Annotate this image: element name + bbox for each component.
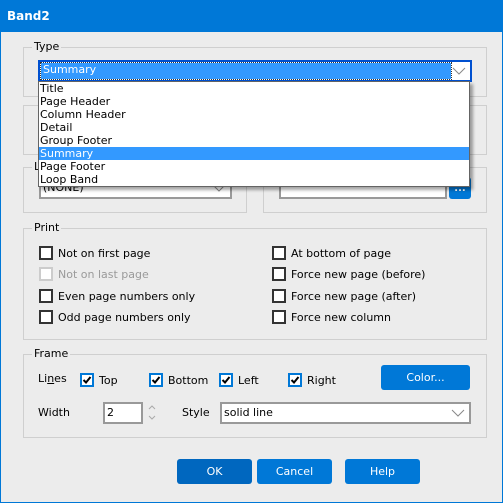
checkbox-box[interactable] — [80, 373, 94, 387]
title-bar: Band2 — [0, 0, 503, 32]
force-new-page-before-checkbox[interactable]: Force new page (before) — [272, 266, 425, 282]
checkbox-box[interactable] — [288, 373, 302, 387]
checkmark-icon — [82, 376, 92, 384]
even-page-numbers-checkbox[interactable]: Even page numbers only — [39, 288, 195, 304]
chevron-down-icon — [452, 67, 466, 75]
dialog-client: Type Summary L (NONE) ... — [1, 32, 502, 502]
style-label: Style — [182, 406, 210, 419]
force-new-column-checkbox[interactable]: Force new column — [272, 309, 391, 325]
dropdown-option[interactable]: Title — [39, 82, 469, 95]
print-group-label: Print — [32, 221, 62, 234]
dropdown-option[interactable]: Group Footer — [39, 134, 469, 147]
checkbox-box[interactable] — [272, 310, 286, 324]
at-bottom-of-page-checkbox[interactable]: At bottom of page — [272, 245, 391, 261]
dropdown-option[interactable]: Page Footer — [39, 160, 469, 173]
color-button[interactable]: Color... — [381, 365, 470, 390]
band-dialog: Band2 Type Summary L (NONE) — [0, 0, 503, 503]
not-on-last-page-checkbox[interactable]: Not on last page — [39, 266, 149, 282]
band-type-combo[interactable]: Summary — [38, 60, 472, 82]
dropdown-option[interactable]: Column Header — [39, 108, 469, 121]
spin-up-icon[interactable] — [145, 402, 159, 412]
band-type-dropdown-list[interactable]: Title Page Header Column Header Detail G… — [38, 81, 470, 187]
dropdown-option[interactable]: Page Header — [39, 95, 469, 108]
checkbox-box[interactable] — [149, 373, 163, 387]
checkmark-icon — [151, 376, 161, 384]
type-group-label: Type — [32, 40, 62, 53]
checkbox-box[interactable] — [219, 373, 233, 387]
dropdown-option[interactable]: Loop Band — [39, 173, 469, 186]
checkbox-box[interactable] — [272, 289, 286, 303]
line-bottom-checkbox[interactable]: Bottom — [149, 372, 208, 388]
help-button[interactable]: Help — [345, 459, 420, 484]
checkbox-box[interactable] — [272, 246, 286, 260]
odd-page-numbers-checkbox[interactable]: Odd page numbers only — [39, 309, 191, 325]
combo-selection-highlight — [40, 62, 452, 80]
force-new-page-after-checkbox[interactable]: Force new page (after) — [272, 288, 416, 304]
line-left-checkbox[interactable]: Left — [219, 372, 259, 388]
spin-down-icon[interactable] — [145, 413, 159, 423]
checkbox-box[interactable] — [39, 289, 53, 303]
checkbox-box[interactable] — [39, 310, 53, 324]
window-title: Band2 — [7, 9, 50, 23]
band-type-value: Summary — [43, 63, 97, 76]
checkbox-box[interactable] — [272, 267, 286, 281]
dropdown-option-selected[interactable]: Summary — [39, 147, 469, 160]
ok-button[interactable]: OK — [177, 459, 252, 484]
checkmark-icon — [221, 376, 231, 384]
style-combo[interactable]: solid line — [220, 402, 471, 424]
cancel-button[interactable]: Cancel — [257, 459, 332, 484]
frame-group-label: Frame — [32, 347, 71, 360]
dropdown-option[interactable]: Detail — [39, 121, 469, 134]
not-on-first-page-checkbox[interactable]: Not on first page — [39, 245, 150, 261]
style-combo-value: solid line — [224, 406, 273, 419]
width-label: Width — [38, 406, 70, 419]
chevron-down-icon — [451, 409, 465, 417]
checkbox-box[interactable] — [39, 267, 53, 281]
width-spinner[interactable] — [145, 402, 159, 424]
lines-label: Lines — [38, 372, 67, 385]
checkmark-icon — [290, 376, 300, 384]
line-top-checkbox[interactable]: Top — [80, 372, 118, 388]
line-right-checkbox[interactable]: Right — [288, 372, 336, 388]
checkbox-box[interactable] — [39, 246, 53, 260]
width-input[interactable]: 2 — [103, 402, 143, 424]
